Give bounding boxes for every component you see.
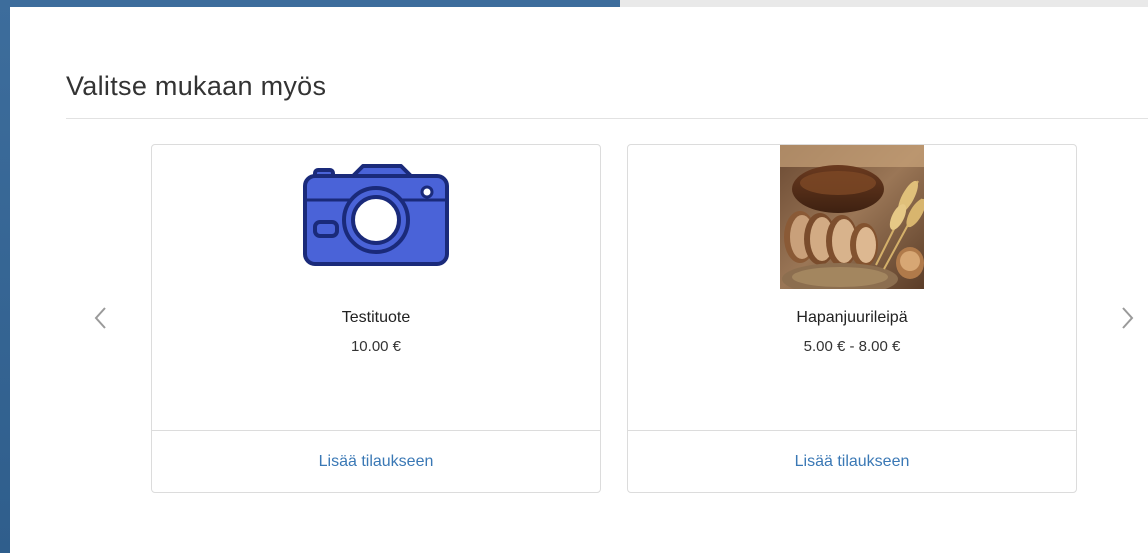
product-price: 5.00 € - 8.00 €	[803, 338, 901, 355]
section-divider	[66, 118, 1148, 119]
product-name: Hapanjuurileipä	[796, 309, 908, 326]
product-name: Testituote	[341, 309, 411, 326]
camera-icon	[303, 164, 449, 266]
bread-photo	[780, 145, 924, 289]
chevron-left-icon	[94, 307, 106, 329]
related-products-panel: Valitse mukaan myös Testituote 10.00 € L…	[10, 7, 1148, 553]
card-footer: Lisää tilaukseen	[152, 430, 600, 492]
product-card: Testituote 10.00 € Lisää tilaukseen	[151, 144, 601, 493]
product-price: 10.00 €	[350, 338, 402, 355]
product-card: Hapanjuurileipä 5.00 € - 8.00 € Lisää ti…	[627, 144, 1077, 493]
product-image	[152, 145, 600, 295]
section-title: Valitse mukaan myös	[66, 71, 327, 101]
add-to-order-button[interactable]: Lisää tilaukseen	[319, 453, 434, 471]
card-footer: Lisää tilaukseen	[628, 430, 1076, 492]
add-to-order-button[interactable]: Lisää tilaukseen	[795, 453, 910, 471]
carousel-prev-button[interactable]	[90, 302, 112, 334]
chevron-right-icon	[1122, 307, 1134, 329]
carousel-next-button[interactable]	[1116, 302, 1138, 334]
product-image	[628, 145, 1076, 295]
